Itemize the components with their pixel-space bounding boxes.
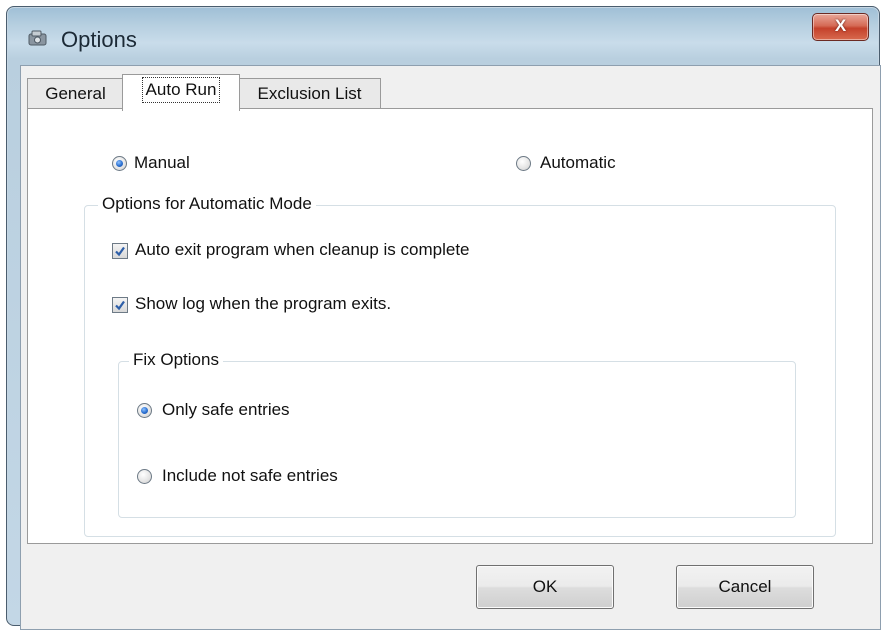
ok-button[interactable]: OK bbox=[476, 565, 614, 609]
close-icon: X bbox=[834, 16, 847, 35]
manual-label: Manual bbox=[134, 153, 190, 172]
checkmark-icon bbox=[115, 246, 125, 257]
checkmark-icon bbox=[115, 300, 125, 311]
tab-exclusion-list-label: Exclusion List bbox=[257, 84, 362, 103]
tab-general[interactable]: General bbox=[27, 78, 124, 109]
only-safe-radio[interactable] bbox=[137, 403, 152, 418]
ok-button-label: OK bbox=[532, 577, 558, 596]
include-unsafe-label: Include not safe entries bbox=[162, 466, 338, 485]
cancel-button-label: Cancel bbox=[718, 577, 772, 596]
window-title: Options bbox=[61, 27, 137, 52]
tab-auto-run[interactable]: Auto Run bbox=[122, 74, 240, 111]
auto-exit-label: Auto exit program when cleanup is comple… bbox=[135, 240, 470, 259]
automatic-radio[interactable] bbox=[516, 156, 531, 171]
close-button[interactable]: X bbox=[812, 13, 869, 41]
options-app-icon bbox=[28, 30, 47, 46]
show-log-label: Show log when the program exits. bbox=[135, 294, 392, 313]
only-safe-label: Only safe entries bbox=[162, 400, 290, 419]
automatic-mode-group-title: Options for Automatic Mode bbox=[98, 194, 316, 214]
tab-exclusion-list[interactable]: Exclusion List bbox=[238, 78, 381, 109]
show-log-checkbox[interactable] bbox=[112, 297, 128, 313]
tab-auto-run-label: Auto Run bbox=[141, 77, 221, 103]
manual-radio[interactable] bbox=[112, 156, 127, 171]
automatic-mode-group: Options for Automatic Mode Auto exit pro… bbox=[84, 194, 836, 537]
cancel-button[interactable]: Cancel bbox=[676, 565, 814, 609]
auto-run-panel: Manual Automatic Options for Automatic M… bbox=[27, 108, 873, 544]
dialog-client-area: General Auto Run Exclusion List Manual A… bbox=[20, 65, 881, 630]
automatic-label: Automatic bbox=[540, 153, 616, 172]
fix-options-group: Fix Options Only safe entries Include no… bbox=[118, 350, 796, 518]
auto-exit-checkbox[interactable] bbox=[112, 243, 128, 259]
fix-options-group-title: Fix Options bbox=[129, 350, 223, 370]
options-dialog: Options X General Auto Run Exclusion Lis… bbox=[6, 6, 881, 630]
tab-general-label: General bbox=[45, 84, 106, 103]
include-unsafe-radio[interactable] bbox=[137, 469, 152, 484]
